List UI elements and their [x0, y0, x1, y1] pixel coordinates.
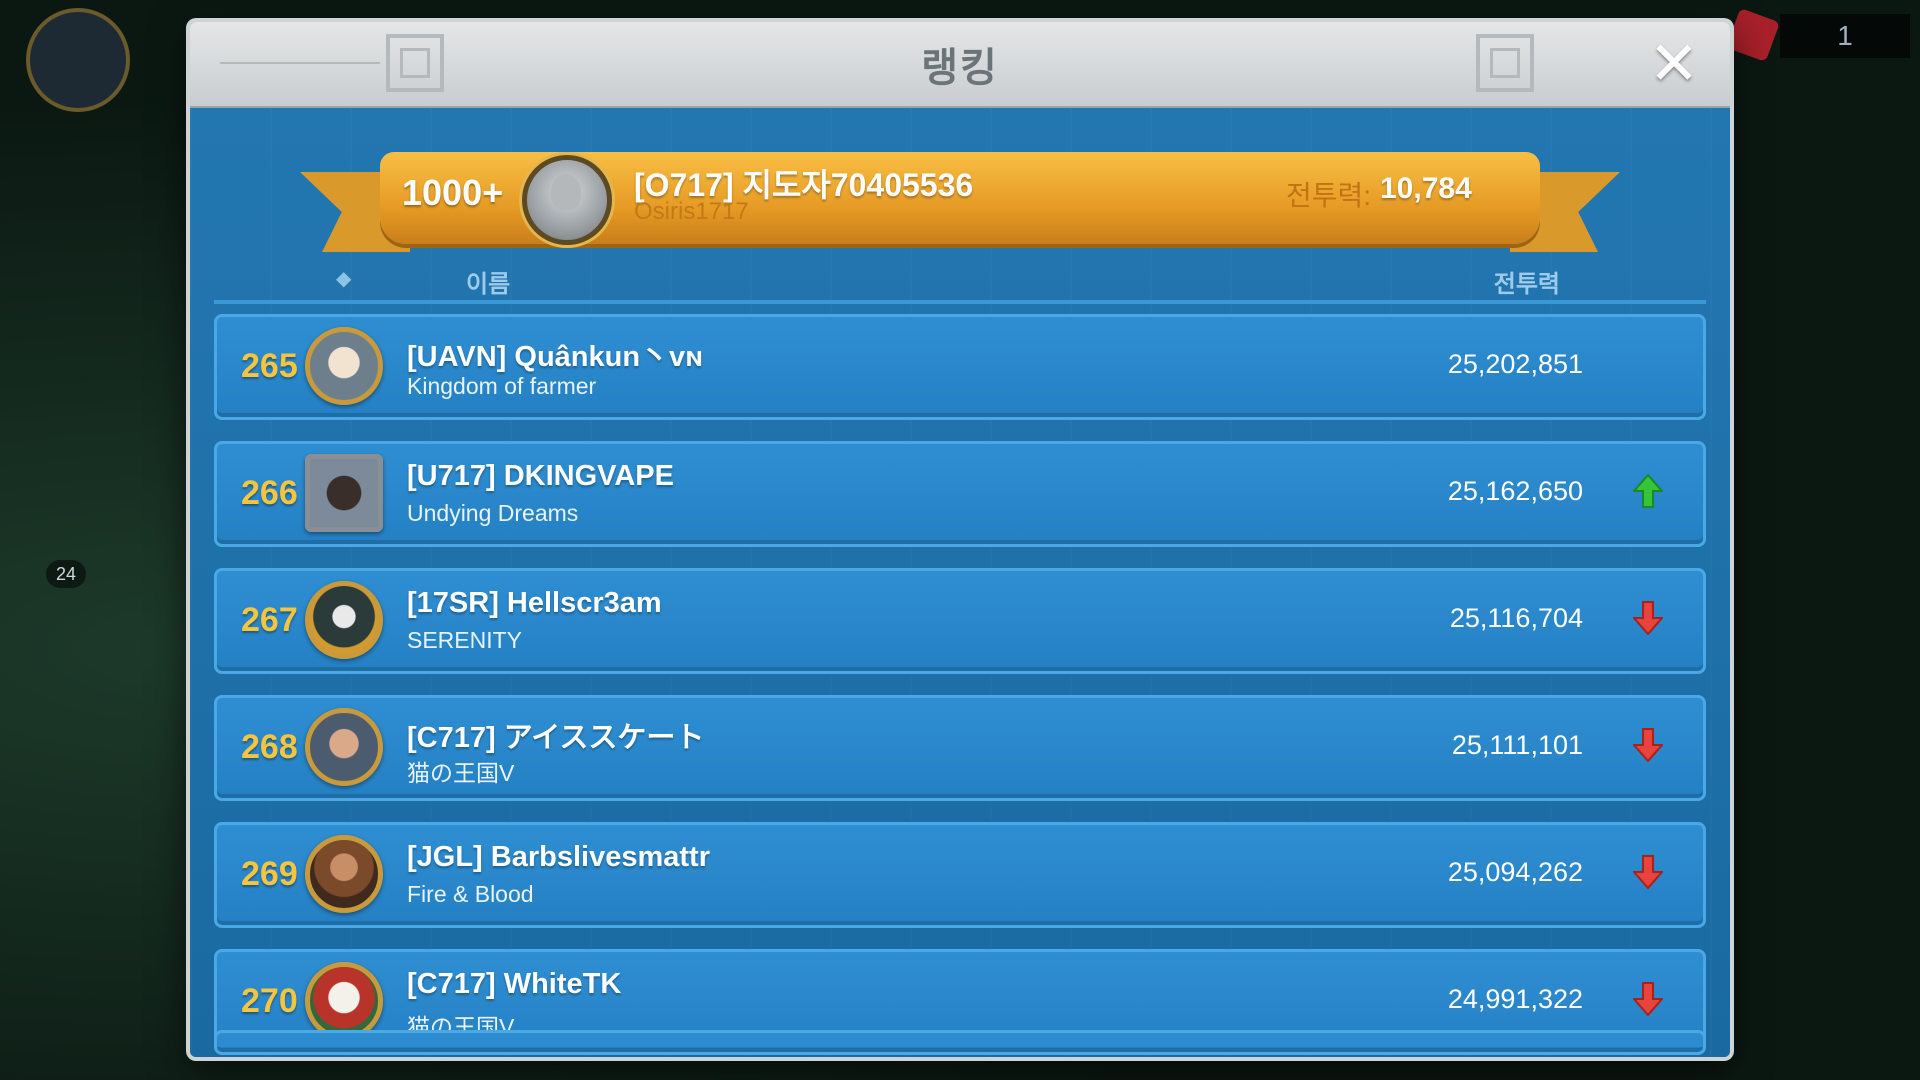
- my-avatar: [522, 155, 612, 245]
- my-rank-banner[interactable]: 1000+ [O717] 지도자70405536 Osiris1717 전투력:…: [300, 152, 1620, 252]
- diamond-icon: ◆: [336, 268, 352, 290]
- alliance-name: 猫の王国V: [407, 760, 515, 786]
- player-power: 25,162,650: [1447, 476, 1583, 506]
- my-alliance: Osiris1717: [634, 198, 749, 225]
- player-name: [C717] アイススケート: [407, 722, 705, 754]
- player-power: 25,111,101: [1451, 730, 1583, 760]
- player-power: 24,991,322: [1447, 984, 1583, 1014]
- rank-number: 268: [241, 728, 298, 766]
- close-icon[interactable]: ✕: [1649, 34, 1699, 94]
- rank-row[interactable]: 268 [C717] アイススケート 猫の王国V 25,111,101: [214, 695, 1706, 801]
- rank-number: 270: [241, 982, 298, 1020]
- alliance-name: Fire & Blood: [407, 881, 534, 907]
- player-avatar[interactable]: [305, 581, 383, 659]
- player-name: [UAVN] Quânkun丶vɴ: [407, 341, 704, 373]
- player-power: 25,116,704: [1449, 603, 1583, 633]
- player-power: 25,202,851: [1447, 349, 1583, 379]
- player-name: [C717] WhiteTK: [407, 968, 622, 1000]
- rank-row[interactable]: 267 [17SR] Hellscr3am SERENITY 25,116,70…: [214, 568, 1706, 674]
- column-name: 이름: [466, 271, 511, 298]
- ranking-modal: 랭킹 ✕ 1000+ [O717] 지도자70405536 Osiris1717…: [190, 22, 1730, 1057]
- player-name: [17SR] Hellscr3am: [407, 587, 662, 619]
- my-power: 10,784: [1380, 172, 1472, 205]
- alliance-name: Undying Dreams: [407, 500, 579, 526]
- my-rank: 1000+: [402, 172, 504, 213]
- resource-counter: 1: [1780, 14, 1910, 58]
- rank-list: 265 [UAVN] Quânkun丶vɴ Kingdom of farmer …: [214, 314, 1706, 1057]
- decorative-knot-icon: [386, 34, 444, 92]
- rank-row-partial[interactable]: [214, 1030, 1706, 1047]
- trend-up-icon: [1633, 474, 1663, 508]
- player-avatar[interactable]: [305, 708, 383, 786]
- rank-row[interactable]: 266 [U717] DKINGVAPE Undying Dreams 25,1…: [214, 441, 1706, 547]
- my-power-label: 전투력:: [1286, 180, 1372, 211]
- alliance-name: Kingdom of farmer: [407, 373, 597, 399]
- rank-number: 266: [241, 474, 298, 512]
- player-power: 25,094,262: [1447, 857, 1583, 887]
- alliance-name: SERENITY: [407, 627, 523, 653]
- column-headers: ◆ 이름 전투력: [214, 258, 1706, 304]
- rank-number: 267: [241, 601, 298, 639]
- trend-down-icon: [1633, 728, 1663, 762]
- trend-down-icon: [1633, 855, 1663, 889]
- close-button[interactable]: ✕: [1646, 34, 1702, 94]
- header-divider: [220, 62, 380, 64]
- player-avatar[interactable]: [305, 327, 383, 405]
- banner-body: 1000+ [O717] 지도자70405536 Osiris1717 전투력:…: [380, 152, 1540, 245]
- silhouette-icon: [551, 174, 581, 210]
- column-power: 전투력: [1493, 271, 1560, 298]
- player-avatar[interactable]: [305, 454, 383, 532]
- trend-down-icon: [1633, 982, 1663, 1016]
- player-avatar[interactable]: [26, 8, 130, 112]
- player-avatar[interactable]: [305, 835, 383, 913]
- trend-down-icon: [1633, 601, 1663, 635]
- modal-header: 랭킹 ✕: [190, 22, 1730, 108]
- rank-number: 269: [241, 855, 298, 893]
- map-badge: 24: [46, 560, 86, 588]
- rank-row[interactable]: 269 [JGL] Barbslivesmattr Fire & Blood 2…: [214, 822, 1706, 928]
- player-name: [U717] DKINGVAPE: [407, 460, 674, 492]
- rank-number: 265: [241, 347, 298, 385]
- player-avatar[interactable]: [305, 962, 383, 1040]
- modal-title: 랭킹: [921, 46, 999, 90]
- decorative-knot-icon: [1476, 34, 1534, 92]
- player-name: [JGL] Barbslivesmattr: [407, 841, 710, 873]
- rank-row[interactable]: 265 [UAVN] Quânkun丶vɴ Kingdom of farmer …: [214, 314, 1706, 420]
- modal-body: 1000+ [O717] 지도자70405536 Osiris1717 전투력:…: [190, 108, 1730, 1057]
